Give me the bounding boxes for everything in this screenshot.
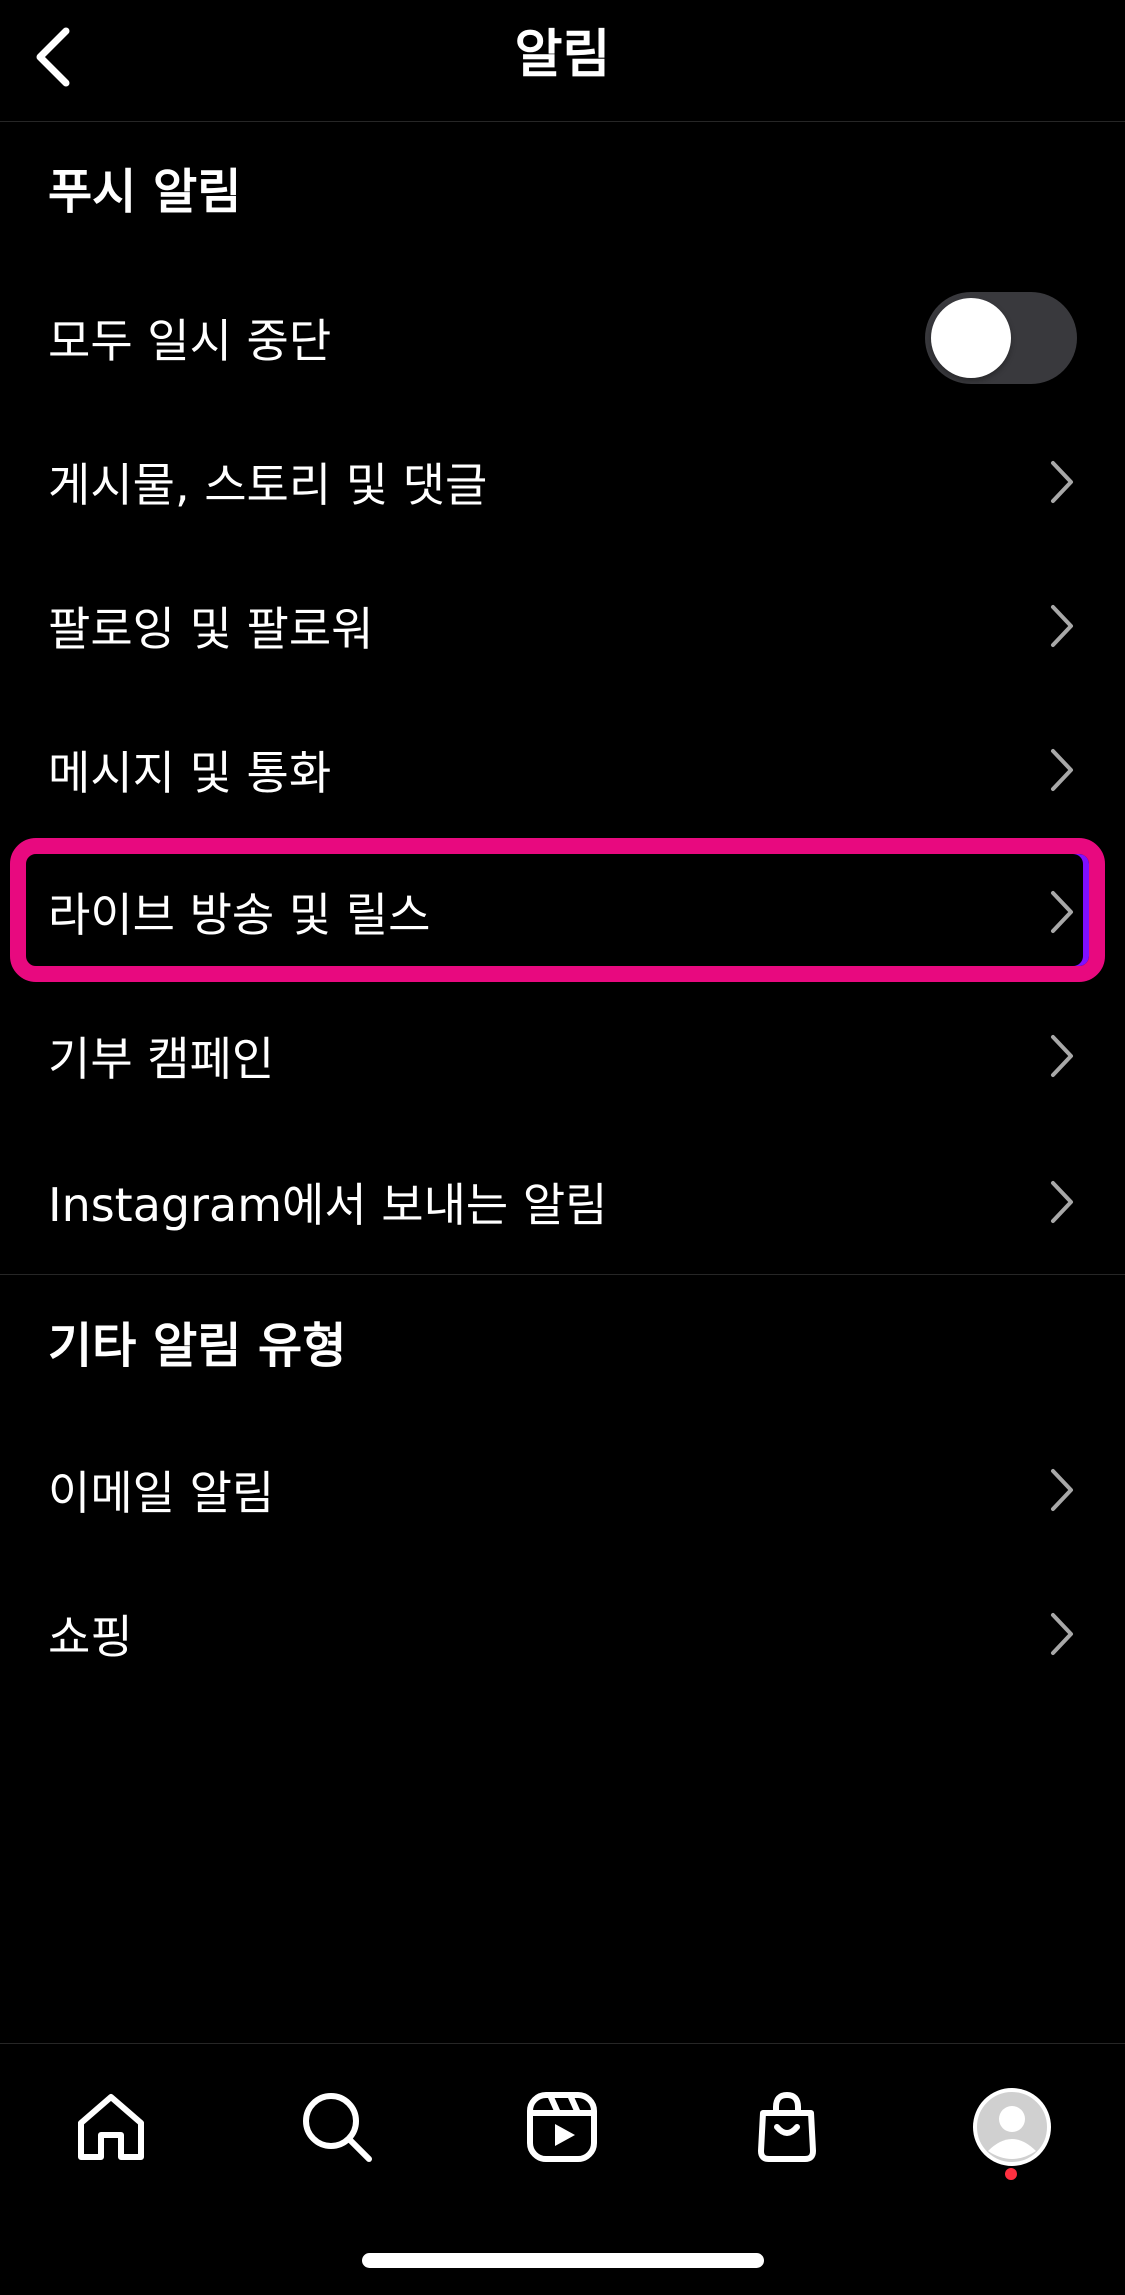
menu-item-messages-calls[interactable]: 메시지 및 통화 <box>0 698 1125 842</box>
chevron-right-icon <box>1047 887 1077 937</box>
tab-reels[interactable] <box>507 2072 617 2182</box>
menu-item-live-reels[interactable]: 라이브 방송 및 릴스 <box>0 840 1125 984</box>
pause-all-toggle[interactable] <box>925 292 1077 384</box>
chevron-right-icon <box>1047 1031 1077 1081</box>
menu-item-label: 이메일 알림 <box>48 1466 275 1520</box>
menu-item-from-instagram[interactable]: Instagram에서 보내는 알림 <box>0 1130 1125 1274</box>
tab-shop[interactable] <box>732 2072 842 2182</box>
section-divider <box>0 1274 1125 1275</box>
shop-icon <box>758 2091 816 2162</box>
menu-item-fundraisers[interactable]: 기부 캠페인 <box>0 984 1125 1128</box>
menu-item-label: 메시지 및 통화 <box>48 746 332 800</box>
menu-item-label: 기부 캠페인 <box>48 1032 275 1086</box>
menu-item-label: 게시물, 스토리 및 댓글 <box>48 458 488 512</box>
menu-item-label: Instagram에서 보내는 알림 <box>48 1178 608 1232</box>
menu-item-posts-stories-comments[interactable]: 게시물, 스토리 및 댓글 <box>0 410 1125 554</box>
menu-item-label: 쇼핑 <box>48 1610 133 1664</box>
section-title-push: 푸시 알림 <box>48 164 242 220</box>
tab-profile[interactable] <box>957 2072 1067 2182</box>
pause-all-row: 모두 일시 중단 <box>0 266 1125 410</box>
search-icon <box>303 2093 372 2162</box>
header: 알림 <box>0 0 1125 122</box>
section-title-other: 기타 알림 유형 <box>48 1318 347 1374</box>
chevron-right-icon <box>1047 745 1077 795</box>
menu-item-label: 라이브 방송 및 릴스 <box>48 888 431 942</box>
page-title: 알림 <box>514 25 611 85</box>
reels-icon <box>527 2092 597 2162</box>
tab-search[interactable] <box>282 2072 392 2182</box>
chevron-right-icon <box>1047 1465 1077 1515</box>
profile-icon <box>973 2088 1051 2166</box>
tab-home[interactable] <box>56 2072 166 2182</box>
menu-item-shopping[interactable]: 쇼핑 <box>0 1562 1125 1706</box>
chevron-right-icon <box>1047 1609 1077 1659</box>
chevron-right-icon <box>1047 457 1077 507</box>
home-icon <box>78 2094 144 2160</box>
chevron-right-icon <box>1047 601 1077 651</box>
pause-all-label: 모두 일시 중단 <box>48 314 332 368</box>
menu-item-label: 팔로잉 및 팔로워 <box>48 602 374 656</box>
home-indicator <box>362 2253 764 2268</box>
toggle-knob <box>931 298 1011 378</box>
menu-item-following-followers[interactable]: 팔로잉 및 팔로워 <box>0 554 1125 698</box>
chevron-right-icon <box>1047 1177 1077 1227</box>
notification-dot <box>1005 2168 1017 2180</box>
menu-item-email[interactable]: 이메일 알림 <box>0 1418 1125 1562</box>
